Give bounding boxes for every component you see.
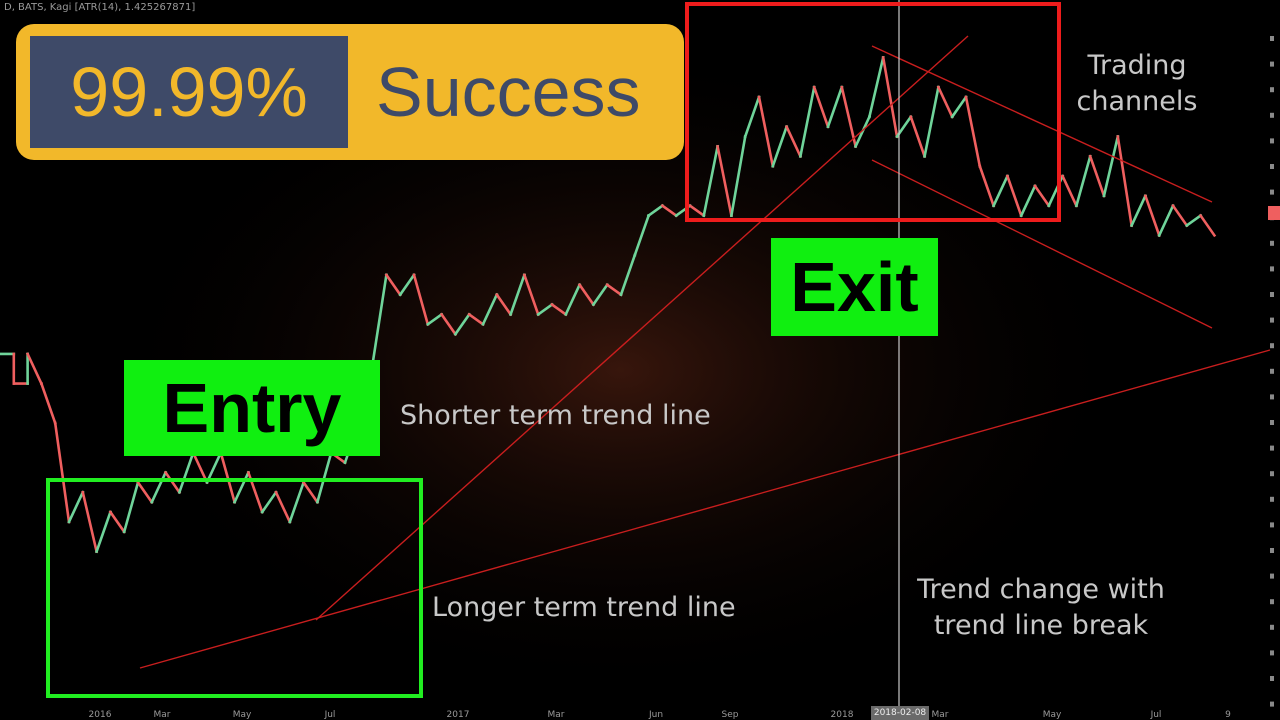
x-tick-label: May xyxy=(1043,710,1062,720)
kagi-segment xyxy=(950,95,968,119)
y-tick-mark xyxy=(1270,368,1274,374)
shorter-trend-label: Shorter term trend line xyxy=(400,400,711,431)
y-tick-mark xyxy=(1270,189,1274,195)
y-tick-mark xyxy=(1270,87,1274,93)
kagi-segment xyxy=(1171,203,1189,228)
x-tick-label: Mar xyxy=(548,710,565,720)
trend-change-line1: Trend change with xyxy=(917,574,1165,605)
x-tick-label: May xyxy=(233,710,252,720)
x-tick-label: Mar xyxy=(154,710,171,720)
kagi-segment xyxy=(94,510,113,554)
y-tick-mark xyxy=(1270,420,1274,425)
y-tick-mark xyxy=(1270,317,1274,323)
y-tick-mark xyxy=(1270,266,1274,272)
y-tick-mark xyxy=(1270,522,1274,528)
y-tick-mark xyxy=(1270,112,1274,118)
kagi-segment xyxy=(1102,135,1120,198)
symbol-header: D, BATS, Kagi [ATR(14), 1.425267871] xyxy=(4,2,196,13)
y-tick-mark xyxy=(1270,138,1274,144)
y-tick-mark xyxy=(1270,36,1274,41)
last-price-marker xyxy=(1268,206,1280,220)
y-tick-mark xyxy=(1270,394,1274,400)
entry-label: Entry xyxy=(124,360,380,456)
success-badge: 99.99% Success xyxy=(16,24,684,160)
y-tick-mark xyxy=(1270,676,1274,681)
trend-change-line2: trend line break xyxy=(933,610,1149,641)
trend-change-label: Trend change with trend line break xyxy=(896,572,1186,644)
exit-label: Exit xyxy=(771,238,938,336)
y-tick-mark xyxy=(1270,650,1274,656)
y-tick-mark xyxy=(1270,240,1274,246)
kagi-segment xyxy=(1116,135,1134,227)
kagi-segment xyxy=(122,480,140,534)
y-tick-mark xyxy=(1270,548,1274,553)
channels-label-line1: Trading xyxy=(1087,50,1187,81)
kagi-segment xyxy=(1074,154,1092,208)
crosshair-date-label: 2018-02-08 xyxy=(871,706,929,720)
x-tick-label: Jun xyxy=(648,710,663,720)
kagi-segment xyxy=(67,490,85,524)
kagi-segment xyxy=(39,381,57,425)
y-tick-mark xyxy=(1270,599,1274,605)
x-tick-label: 9 xyxy=(1225,710,1231,720)
x-tick-label: Sep xyxy=(722,710,739,720)
kagi-segment xyxy=(1157,204,1175,238)
kagi-segment xyxy=(81,490,99,554)
y-tick-mark xyxy=(1270,624,1274,630)
y-tick-mark xyxy=(1270,61,1274,67)
y-tick-mark xyxy=(1270,343,1274,349)
x-tick-label: Mar xyxy=(932,710,949,720)
y-tick-mark xyxy=(1270,701,1274,707)
y-tick-mark xyxy=(1270,445,1274,451)
y-tick-mark xyxy=(1270,573,1274,579)
kagi-segment xyxy=(1088,154,1106,198)
x-tick-label: Jul xyxy=(1150,710,1162,720)
x-tick-label: 2016 xyxy=(89,710,112,720)
x-tick-label: 2018 xyxy=(831,710,854,720)
kagi-segment xyxy=(108,510,127,534)
x-axis: 2016 Mar May Jul 2017 Mar Jun Sep 2018 Mar May Jul 9 xyxy=(89,710,1232,720)
longer-trend-label: Longer term trend line xyxy=(432,592,736,623)
y-tick-mark xyxy=(1270,292,1274,297)
channels-label-line2: channels xyxy=(1076,86,1198,117)
kagi-segment xyxy=(1143,194,1161,238)
y-tick-mark xyxy=(1270,496,1274,502)
y-tick-mark xyxy=(1270,164,1274,169)
y-axis xyxy=(1268,36,1280,707)
kagi-segment xyxy=(1129,194,1148,228)
kagi-segment xyxy=(25,352,44,386)
badge-word: Success xyxy=(376,53,641,131)
kagi-segment xyxy=(1184,213,1203,228)
channels-label: Trading channels xyxy=(1072,48,1202,120)
badge-percent: 99.99% xyxy=(30,36,348,148)
kagi-segment xyxy=(53,421,71,524)
y-tick-mark xyxy=(1270,471,1274,477)
x-tick-label: Jul xyxy=(324,710,336,720)
kagi-segment xyxy=(1198,213,1217,238)
x-tick-label: 2017 xyxy=(447,710,470,720)
